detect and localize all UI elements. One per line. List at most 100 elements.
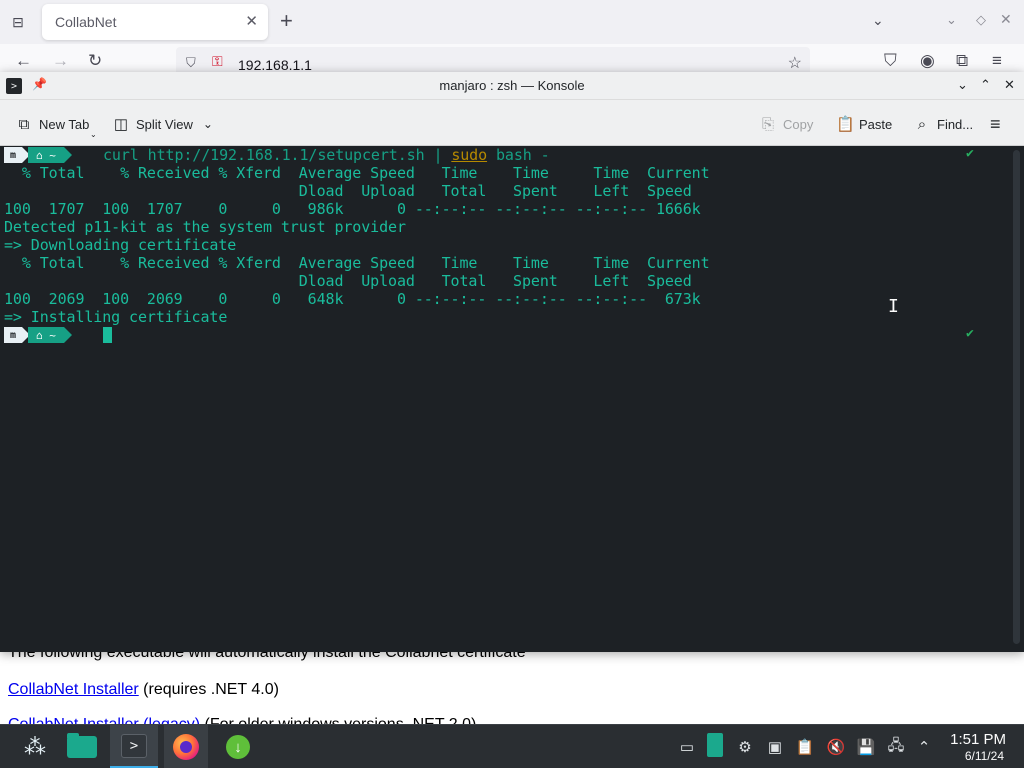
output-line: 100 1707 100 1707 0 0 986k 0 --:--:-- --… xyxy=(4,200,701,218)
prompt-separator xyxy=(63,327,72,343)
folder-icon xyxy=(67,733,97,758)
paste-icon: 📋 xyxy=(836,116,855,133)
download-icon: ↓ xyxy=(226,735,250,759)
konsole-toolbar: ⧉ New Tab ⌄ ◫ Split View ⌄ ⎘ Copy 📋 Past… xyxy=(0,100,1024,146)
command-text: curl http://192.168.1.1/setupcert.sh | xyxy=(103,146,452,164)
new-tab-icon[interactable]: + xyxy=(280,10,293,32)
back-icon[interactable]: ← xyxy=(15,52,32,69)
close-icon[interactable]: ✕ xyxy=(1000,11,1012,28)
copy-button[interactable]: ⎘ Copy xyxy=(760,114,813,134)
forward-icon[interactable]: → xyxy=(52,52,69,69)
insecure-lock-icon[interactable]: ⚿ xyxy=(212,53,223,70)
list-all-tabs-icon[interactable]: ⊟ xyxy=(8,12,28,32)
success-check-icon: ✔ xyxy=(966,146,974,161)
output-line: Dload Upload Total Spent Left Speed xyxy=(4,182,692,200)
new-tab-dropdown-icon[interactable]: ⌄ xyxy=(90,130,97,139)
search-icon: ⌕ xyxy=(917,115,927,133)
clipboard-icon[interactable]: 📋 xyxy=(795,737,815,757)
konsole-titlebar[interactable]: > 📌 manjaro : zsh — Konsole ⌄ ⌃ ✕ xyxy=(0,72,1024,100)
find-label: Find... xyxy=(937,116,974,132)
menu-icon[interactable]: ≡ xyxy=(992,52,1002,69)
browser-tab[interactable]: CollabNet ✕ xyxy=(42,4,268,40)
firefox-task[interactable] xyxy=(164,725,208,768)
minimize-icon[interactable]: ⌄ xyxy=(946,12,957,28)
output-line: 100 2069 100 2069 0 0 648k 0 --:--:-- --… xyxy=(4,290,701,308)
output-line: Detected p11-kit as the system trust pro… xyxy=(4,218,406,236)
maximize-icon[interactable]: ⌃ xyxy=(980,77,991,93)
command-bash: bash - xyxy=(487,146,550,164)
new-tab-icon: ⧉ xyxy=(18,115,30,133)
new-tab-button[interactable]: ⧉ New Tab xyxy=(16,114,90,134)
paste-button[interactable]: 📋 Paste xyxy=(836,114,892,134)
close-tab-icon[interactable]: ✕ xyxy=(245,12,258,30)
text-cursor xyxy=(103,327,112,343)
bookmark-star-icon[interactable]: ☆ xyxy=(788,53,802,73)
window-title: manjaro : zsh — Konsole xyxy=(439,78,585,93)
browser-tab-bar: ⊟ CollabNet ✕ + ⌄ ⌄ ◇ ✕ xyxy=(0,0,1024,44)
konsole-task[interactable]: > xyxy=(110,725,158,768)
chevron-down-icon[interactable]: ⌄ xyxy=(872,12,884,29)
file-manager-task[interactable] xyxy=(64,725,100,768)
prompt: m ⌂ ~ xyxy=(4,327,72,343)
prompt-dir-segment: ⌂ ~ xyxy=(28,147,64,163)
output-line: Dload Upload Total Spent Left Speed xyxy=(4,272,692,290)
scrollbar-thumb[interactable] xyxy=(1013,150,1020,644)
extensions-icon[interactable]: ⧉ xyxy=(956,52,968,69)
network-icon[interactable]: 🖧 xyxy=(886,737,906,757)
volume-muted-icon[interactable]: 🔇 xyxy=(826,737,846,757)
output-line: => Downloading certificate xyxy=(4,236,237,254)
copy-label: Copy xyxy=(783,116,814,132)
prompt-separator xyxy=(63,147,72,163)
paste-label: Paste xyxy=(859,116,893,132)
new-tab-label: New Tab xyxy=(39,116,90,132)
prompt: m ⌂ ~ xyxy=(4,147,72,163)
desktop: ⊟ CollabNet ✕ + ⌄ ⌄ ◇ ✕ ← → ↻ ⛉ ⚿ 192.16… xyxy=(0,0,1024,768)
split-view-icon: ◫ xyxy=(113,116,129,133)
terminal-tray-icon[interactable]: ▣ xyxy=(765,737,785,757)
software-update-task[interactable]: ↓ xyxy=(220,725,256,768)
terminal-icon: > xyxy=(121,733,147,758)
browser-tab-title: CollabNet xyxy=(55,14,117,30)
account-icon[interactable]: ◉ xyxy=(920,52,935,69)
close-icon[interactable]: ✕ xyxy=(1004,77,1015,93)
command-line: curl http://192.168.1.1/setupcert.sh | s… xyxy=(103,146,550,164)
output-line: % Total % Received % Xferd Average Speed… xyxy=(4,164,710,182)
clock-date[interactable]: 6/11/24 xyxy=(940,749,1004,763)
tray-expand-icon[interactable]: ⌃ xyxy=(914,737,934,757)
installer-line: CollabNet Installer (requires .NET 4.0) xyxy=(8,681,279,699)
installer-link[interactable]: CollabNet Installer xyxy=(8,681,139,698)
installer-note: (requires .NET 4.0) xyxy=(138,681,279,698)
minimize-icon[interactable]: ⌄ xyxy=(957,77,968,93)
mouse-ibeam-cursor-icon: I xyxy=(888,296,899,317)
split-view-label: Split View xyxy=(136,116,193,132)
pocket-icon[interactable]: ⛉ xyxy=(884,52,897,69)
menu-icon: ≡ xyxy=(990,113,1001,134)
reload-icon[interactable]: ↻ xyxy=(88,52,102,69)
output-line: % Total % Received % Xferd Average Speed… xyxy=(4,254,710,272)
success-check-icon: ✔ xyxy=(966,326,974,341)
kde-connect-icon[interactable]: ⚙ xyxy=(735,737,755,757)
application-launcher-icon[interactable]: ⁂ xyxy=(18,725,52,768)
clock-time[interactable]: 1:51 PM xyxy=(940,731,1006,748)
pager-icon[interactable] xyxy=(707,733,723,757)
taskbar: ⁂ > ↓ ▭ ⚙ ▣ 📋 🔇 💾 🖧 ⌃ 1:51 PM 6/11/24 xyxy=(0,724,1024,768)
maximize-icon[interactable]: ◇ xyxy=(976,12,986,28)
split-view-button[interactable]: ◫ Split View ⌄ xyxy=(113,114,213,134)
shield-icon[interactable]: ⛉ xyxy=(186,55,196,71)
command-sudo: sudo xyxy=(451,146,488,164)
terminal-area[interactable]: m ⌂ ~ curl http://192.168.1.1/setupcert.… xyxy=(0,146,1010,652)
find-button[interactable]: ⌕ Find... xyxy=(914,114,973,134)
terminal-scrollbar[interactable] xyxy=(1010,146,1024,652)
konsole-window: > 📌 manjaro : zsh — Konsole ⌄ ⌃ ✕ ⧉ New … xyxy=(0,72,1024,652)
hamburger-menu-button[interactable]: ≡ xyxy=(990,114,1001,134)
url-text[interactable]: 192.168.1.1 xyxy=(238,57,312,73)
prompt-os-segment: m xyxy=(4,147,23,163)
chevron-down-icon: ⌄ xyxy=(202,117,213,131)
output-line: => Installing certificate xyxy=(4,308,228,326)
prompt-dir-segment: ⌂ ~ xyxy=(28,327,64,343)
web-page-content: The following executable will automatica… xyxy=(0,640,1024,733)
prompt-os-segment: m xyxy=(4,327,23,343)
disk-icon[interactable]: 💾 xyxy=(856,737,876,757)
firefox-icon xyxy=(173,734,199,760)
show-desktop-icon[interactable]: ▭ xyxy=(677,737,697,757)
